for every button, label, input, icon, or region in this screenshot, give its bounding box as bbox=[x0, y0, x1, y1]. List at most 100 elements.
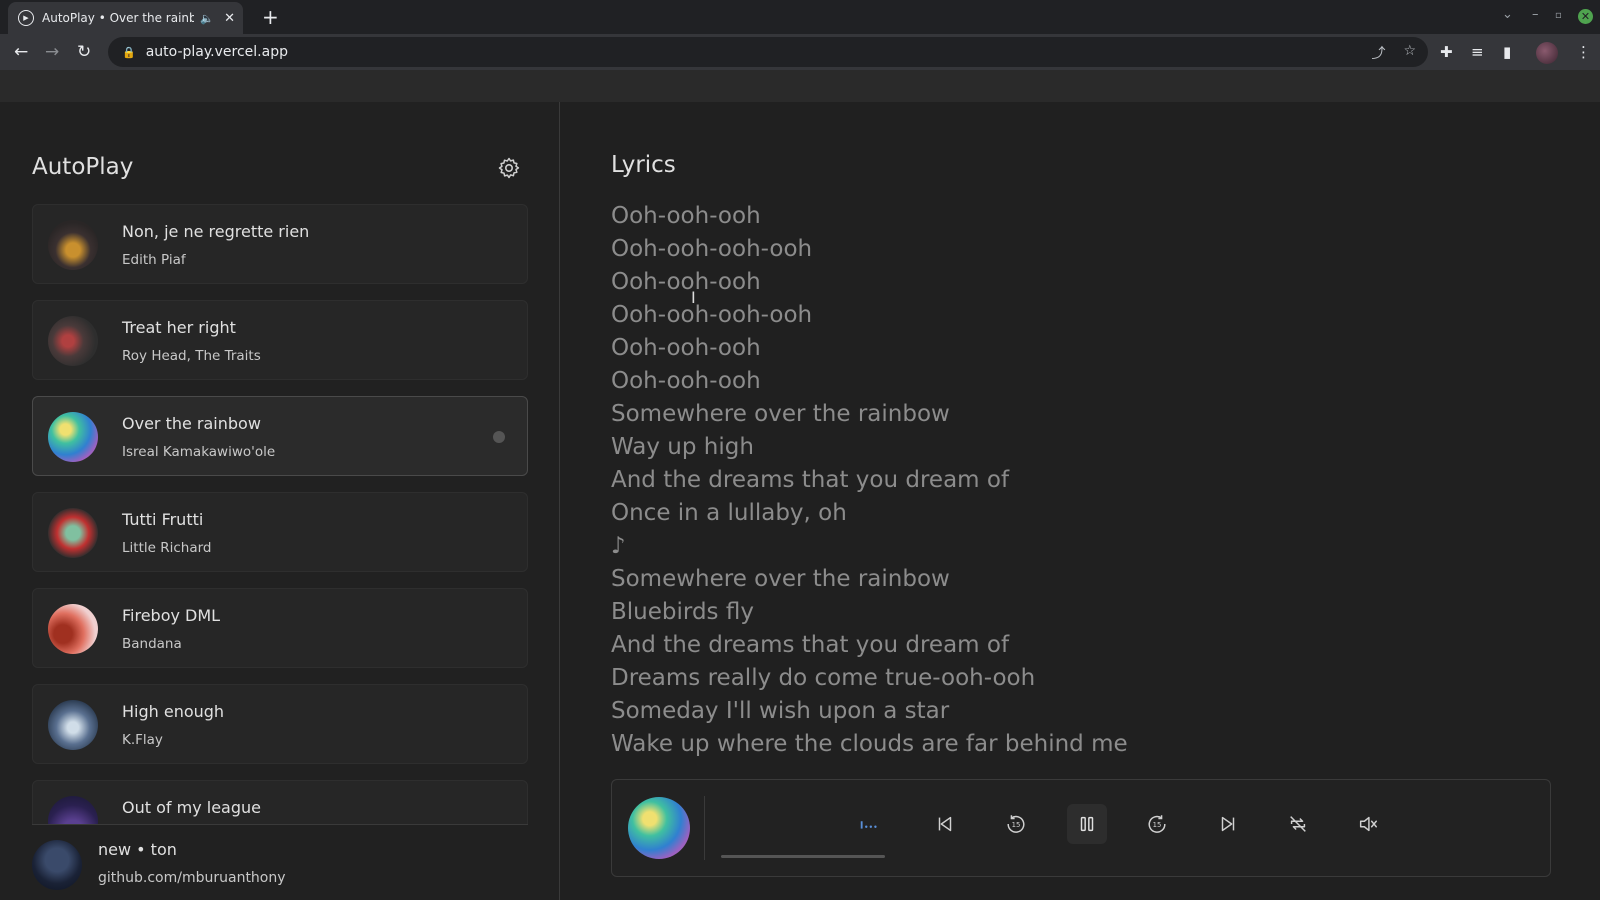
previous-button[interactable] bbox=[925, 804, 965, 844]
song-name: High enough bbox=[122, 702, 225, 721]
rewind-15-icon: 15 bbox=[1007, 815, 1025, 833]
lyric-line: Wake up where the clouds are far behind … bbox=[611, 731, 1128, 757]
lyrics-toggle-button[interactable] bbox=[849, 804, 889, 844]
main-panel: Lyrics Ooh-ooh-ooh Ooh-ooh-ooh-ooh Ooh-o… bbox=[561, 102, 1600, 900]
lyric-line: ♪ bbox=[611, 533, 626, 559]
lyric-line: Somewhere over the rainbow bbox=[611, 401, 950, 427]
side-panel-icon[interactable]: ▮ bbox=[1503, 43, 1511, 61]
text-cursor-icon: I bbox=[691, 288, 696, 307]
lyric-line: Way up high bbox=[611, 434, 754, 460]
back-icon[interactable]: ← bbox=[14, 42, 28, 62]
repeat-button[interactable] bbox=[1278, 804, 1318, 844]
song-artist: Bandana bbox=[122, 636, 182, 652]
speaker-icon[interactable]: 🔈 bbox=[200, 12, 214, 25]
lyric-line: And the dreams that you dream of bbox=[611, 632, 1010, 658]
play-favicon-icon: ▶ bbox=[18, 10, 34, 26]
sidebar: AutoPlay Non, je ne regrette rien Edith … bbox=[0, 102, 560, 900]
repeat-off-icon bbox=[1290, 816, 1306, 832]
album-art-concert bbox=[48, 316, 98, 366]
lyrics-title: Lyrics bbox=[611, 152, 676, 178]
lyric-line: Dreams really do come true-ooh-ooh bbox=[611, 665, 1036, 691]
now-playing-art bbox=[628, 797, 690, 859]
app-title: AutoPlay bbox=[32, 154, 134, 180]
album-art-league bbox=[48, 796, 98, 824]
song-item[interactable]: Fireboy DML Bandana bbox=[32, 588, 528, 668]
song-name: Fireboy DML bbox=[122, 606, 221, 625]
song-name: Over the rainbow bbox=[122, 414, 261, 433]
reload-icon[interactable]: ↻ bbox=[77, 42, 91, 62]
profile-avatar[interactable] bbox=[1536, 42, 1558, 64]
song-name: Non, je ne regrette rien bbox=[122, 222, 310, 241]
lyric-line: Ooh-ooh-ooh bbox=[611, 203, 761, 229]
lyric-line: Ooh-ooh-ooh bbox=[611, 269, 761, 295]
lyric-line: Ooh-ooh-ooh bbox=[611, 335, 761, 361]
github-link[interactable]: github.com/mburuanthony bbox=[98, 870, 286, 886]
song-name: Treat her right bbox=[122, 318, 236, 337]
song-name: Out of my league bbox=[122, 798, 261, 817]
song-item-active[interactable]: Over the rainbow Isreal Kamakawiwo'ole bbox=[32, 396, 528, 476]
next-button[interactable] bbox=[1208, 804, 1248, 844]
user-avatar bbox=[32, 840, 82, 890]
divider bbox=[704, 796, 705, 860]
omnibox-actions: ⤴ ☆ bbox=[1371, 43, 1416, 63]
page-top-band bbox=[0, 70, 1600, 102]
svg-text:15: 15 bbox=[1153, 821, 1162, 829]
volume-mute-icon bbox=[1359, 816, 1377, 832]
skip-back-icon bbox=[938, 816, 952, 832]
song-artist: K.Flay bbox=[122, 732, 163, 748]
album-art-rainbow bbox=[48, 412, 98, 462]
rewind-15-button[interactable]: 15 bbox=[996, 804, 1036, 844]
song-item[interactable]: High enough K.Flay bbox=[32, 684, 528, 764]
user-name: new • ton bbox=[98, 840, 177, 859]
album-art-mountain bbox=[48, 700, 98, 750]
bookmark-star-icon[interactable]: ☆ bbox=[1403, 43, 1416, 63]
extensions-icon[interactable]: ✚ bbox=[1440, 43, 1453, 61]
media-control-icon[interactable]: ≡ bbox=[1471, 43, 1484, 61]
song-item[interactable]: Non, je ne regrette rien Edith Piaf bbox=[32, 204, 528, 284]
minimize-button[interactable]: – bbox=[1532, 7, 1539, 22]
share-icon[interactable]: ⤴ bbox=[1371, 43, 1385, 63]
lyric-line: Bluebirds fly bbox=[611, 599, 754, 625]
tab-close-icon[interactable]: ✕ bbox=[224, 11, 235, 26]
album-art-tutti bbox=[48, 508, 98, 558]
browser-toolbar: ← → ↻ 🔒 auto-play.vercel.app ⤴ ☆ ✚ ≡ ▮ ⋮ bbox=[0, 34, 1600, 70]
browser-tab[interactable]: ▶ AutoPlay • Over the rainb 🔈 ✕ bbox=[8, 2, 243, 34]
pause-icon bbox=[1080, 816, 1094, 832]
playing-indicator-dot bbox=[493, 431, 505, 443]
lyric-line: Once in a lullaby, oh bbox=[611, 500, 847, 526]
song-item[interactable]: Out of my league bbox=[32, 780, 528, 824]
lyrics-body: Ooh-ooh-ooh Ooh-ooh-ooh-ooh Ooh-ooh-ooh … bbox=[611, 200, 1511, 761]
album-art-fireboy bbox=[48, 604, 98, 654]
tab-title: AutoPlay • Over the rainb bbox=[42, 11, 195, 25]
lyric-line: Ooh-ooh-ooh-ooh bbox=[611, 302, 813, 328]
menu-kebab-icon[interactable]: ⋮ bbox=[1576, 43, 1591, 61]
svg-text:15: 15 bbox=[1012, 821, 1021, 829]
song-artist: Isreal Kamakawiwo'ole bbox=[122, 444, 276, 460]
new-tab-button[interactable]: + bbox=[262, 5, 279, 29]
forward-icon[interactable]: → bbox=[45, 42, 59, 62]
player-bar: 15 15 bbox=[611, 779, 1551, 877]
lyric-line: Someday I'll wish upon a star bbox=[611, 698, 950, 724]
progress-bar[interactable] bbox=[721, 855, 885, 858]
url-text: auto-play.vercel.app bbox=[145, 44, 288, 60]
mute-button[interactable] bbox=[1348, 804, 1388, 844]
divider bbox=[32, 824, 528, 825]
pause-button[interactable] bbox=[1067, 804, 1107, 844]
forward-15-icon: 15 bbox=[1148, 815, 1166, 833]
tab-search-icon[interactable]: ⌄ bbox=[1502, 7, 1513, 22]
settings-gear-icon[interactable] bbox=[497, 156, 521, 180]
address-bar[interactable]: 🔒 auto-play.vercel.app ⤴ ☆ bbox=[108, 37, 1428, 67]
close-window-button[interactable]: ✕ bbox=[1578, 9, 1593, 24]
lyric-line: Somewhere over the rainbow bbox=[611, 566, 950, 592]
dots-icon bbox=[860, 821, 877, 829]
song-item[interactable]: Treat her right Roy Head, The Traits bbox=[32, 300, 528, 380]
song-item[interactable]: Tutti Frutti Little Richard bbox=[32, 492, 528, 572]
forward-15-button[interactable]: 15 bbox=[1137, 804, 1177, 844]
album-art-eiffel bbox=[48, 220, 98, 270]
browser-tabbar: ▶ AutoPlay • Over the rainb 🔈 ✕ + ⌄ – ▫ … bbox=[0, 0, 1600, 34]
song-artist: Little Richard bbox=[122, 540, 212, 556]
song-list: Non, je ne regrette rien Edith Piaf Trea… bbox=[32, 204, 528, 824]
lock-icon[interactable]: 🔒 bbox=[122, 46, 136, 59]
song-artist: Edith Piaf bbox=[122, 252, 186, 268]
maximize-button[interactable]: ▫ bbox=[1555, 10, 1562, 21]
